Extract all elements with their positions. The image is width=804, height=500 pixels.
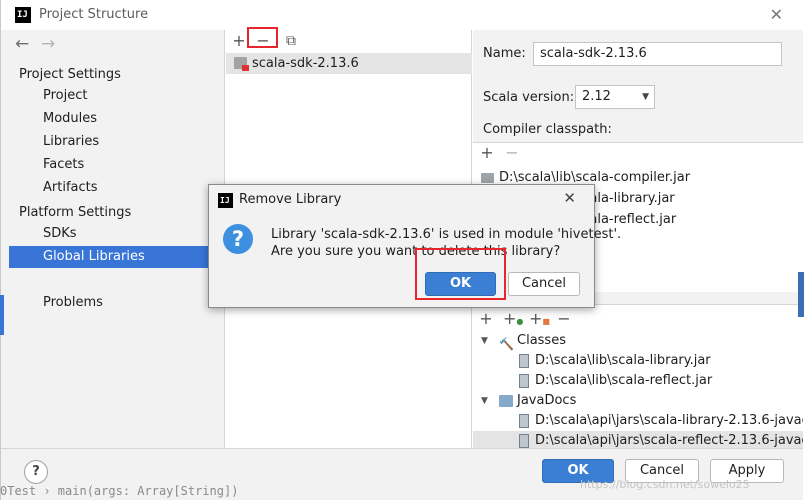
tree-node-jar[interactable]: D:\scala\lib\scala-library.jar (473, 351, 803, 371)
remove-button-annotation (247, 27, 278, 48)
dropdown-arrow-icon: ▼ (642, 92, 649, 102)
help-button[interactable]: ? (24, 460, 48, 484)
intellij-logo-icon: IJ (218, 193, 233, 208)
expand-arrow-icon: ▼ (481, 336, 488, 346)
name-label: Name: (483, 46, 526, 61)
tree-node-classes[interactable]: ▼ 🔨 Classes (473, 331, 803, 351)
dialog-close-icon[interactable]: ✕ (563, 189, 576, 207)
classes-icon: 🔨 (499, 337, 514, 351)
jar-icon (519, 354, 529, 368)
library-icon (234, 57, 249, 71)
editor-breadcrumb: 0Test › main(args: Array[String]) (0, 484, 239, 498)
remove-classpath-button[interactable]: − (503, 143, 521, 162)
nav-item-global-libraries[interactable]: Global Libraries (9, 246, 225, 268)
tree-node-jar[interactable]: D:\scala\lib\scala-reflect.jar (473, 371, 803, 391)
tree-node-javadoc-jar[interactable]: D:\scala\api\jars\scala-library-2.13.6-j… (473, 411, 803, 431)
forward-arrow-icon[interactable]: → (41, 34, 55, 54)
dialog-ok-button[interactable]: OK (425, 272, 496, 296)
attach-files-button[interactable]: +● (503, 309, 523, 328)
nav-item-artifacts[interactable]: Artifacts (9, 177, 225, 199)
tree-node-javadocs[interactable]: ▼ JavaDocs (473, 391, 803, 411)
nav-item-sdks[interactable]: SDKs (9, 223, 225, 245)
scala-version-value: 2.12 (582, 89, 611, 104)
copy-library-button[interactable]: ⧉ (280, 30, 302, 52)
back-arrow-icon[interactable]: ← (15, 34, 29, 54)
dialog-title: Remove Library (239, 192, 342, 207)
question-icon: ? (223, 224, 253, 254)
editor-gutter-marker (0, 295, 4, 335)
dialog-cancel-button[interactable]: Cancel (508, 272, 580, 296)
scala-version-label: Scala version: (483, 90, 575, 105)
nav-item-problems[interactable]: Problems (9, 292, 225, 314)
window-close-icon[interactable]: ✕ (770, 5, 783, 24)
dialog-message-line-1: Library 'scala-sdk-2.13.6' is used in mo… (271, 227, 622, 242)
library-list-item[interactable]: scala-sdk-2.13.6 (226, 53, 472, 74)
scala-version-select[interactable]: 2.12 ▼ (575, 85, 655, 109)
jar-icon (519, 434, 529, 448)
watermark: https://blog.csdn.net/sowelo25 (580, 478, 750, 491)
library-name: scala-sdk-2.13.6 (252, 56, 359, 71)
jar-icon (519, 414, 529, 428)
intellij-logo-icon: IJ (15, 7, 31, 23)
folder-icon (481, 173, 494, 183)
remove-library-dialog: IJ Remove Library ✕ ? Library 'scala-sdk… (208, 184, 621, 308)
javadocs-icon (499, 395, 513, 407)
add-classpath-button[interactable]: + (478, 143, 496, 162)
expand-arrow-icon: ▼ (481, 396, 488, 406)
settings-navigation: ← → Project Settings Project Modules Lib… (1, 30, 225, 448)
compiler-classpath-label: Compiler classpath: (483, 122, 612, 137)
remove-root-button[interactable]: − (555, 309, 573, 328)
nav-item-project[interactable]: Project (9, 85, 225, 107)
add-jar-button[interactable]: +■ (529, 309, 550, 328)
title-bar: IJ Project Structure ✕ (1, 0, 803, 30)
add-root-button[interactable]: + (477, 309, 495, 328)
nav-item-modules[interactable]: Modules (9, 108, 225, 130)
library-name-field[interactable]: scala-sdk-2.13.6 (533, 42, 782, 66)
nav-item-facets[interactable]: Facets (9, 154, 225, 176)
window-title: Project Structure (39, 7, 149, 22)
editor-scroll-marker (798, 272, 804, 317)
project-settings-header: Project Settings (19, 67, 121, 82)
platform-settings-header: Platform Settings (19, 205, 132, 220)
nav-item-libraries[interactable]: Libraries (9, 131, 225, 153)
library-roots-tree: + +● +■ − ▼ 🔨 Classes D:\scala\lib\scala… (473, 304, 803, 451)
jar-icon (519, 374, 529, 388)
